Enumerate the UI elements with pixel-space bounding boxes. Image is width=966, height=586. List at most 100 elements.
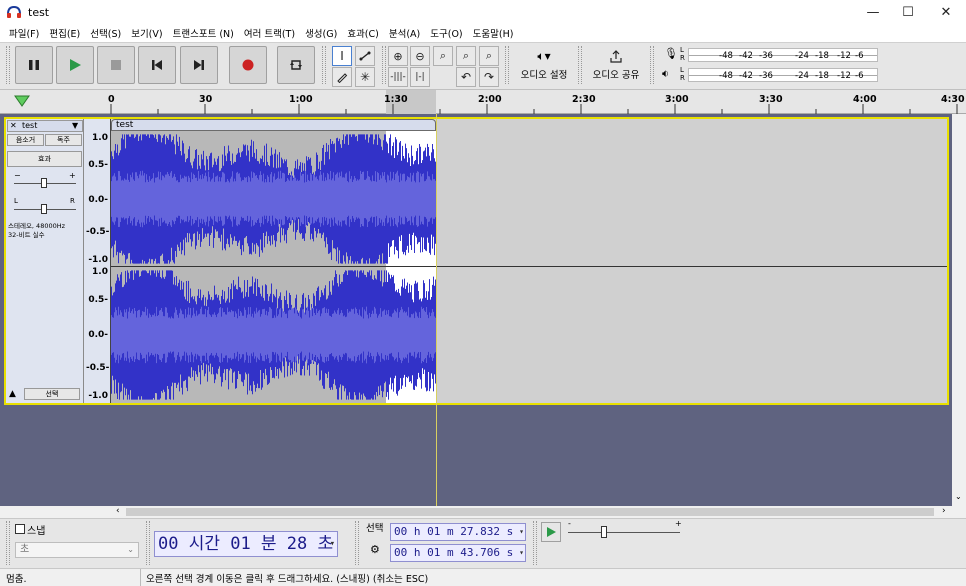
menu-generate[interactable]: 생성(G): [300, 26, 342, 40]
toolbar-grip[interactable]: [650, 46, 654, 84]
toolbar-grip[interactable]: [146, 521, 150, 565]
selection-start-value: 00 h 01 m 27.832 s: [394, 525, 514, 538]
clip-header[interactable]: test: [111, 119, 436, 131]
speed-slider-thumb[interactable]: [601, 526, 607, 538]
menu-transport[interactable]: 트랜스포트 (N): [168, 26, 239, 40]
gain-slider-thumb[interactable]: [41, 178, 47, 188]
menu-tools[interactable]: 도구(O): [425, 26, 467, 40]
menu-effect[interactable]: 효과(C): [342, 26, 384, 40]
snap-unit-select[interactable]: 초 ⌄: [15, 542, 139, 558]
scroll-down-icon[interactable]: ⌄: [955, 492, 962, 501]
close-track-icon[interactable]: ✕: [10, 121, 17, 131]
toolbar-grip[interactable]: [533, 521, 537, 565]
select-label: 선택: [45, 390, 59, 398]
gear-icon[interactable]: ⚙: [370, 543, 380, 556]
draw-tool-button[interactable]: [332, 67, 352, 87]
selection-start-field[interactable]: 00 h 01 m 27.832 s ▾: [390, 523, 526, 541]
ruler-label: 3:00: [665, 94, 689, 105]
fit-project-button[interactable]: ⌕: [456, 46, 476, 66]
toolbar-grip[interactable]: [322, 46, 326, 84]
play-at-speed-button[interactable]: [541, 522, 561, 542]
asterisk-icon: ✳: [359, 70, 371, 84]
stop-button[interactable]: [97, 46, 135, 84]
toolbar-grip[interactable]: [382, 46, 386, 84]
selection-tool-button[interactable]: I: [332, 46, 352, 66]
menu-analyze[interactable]: 분석(A): [384, 26, 425, 40]
track-name-menu[interactable]: ✕ test ▼: [7, 120, 83, 132]
scroll-left-icon[interactable]: ‹: [116, 506, 120, 516]
menu-tracks[interactable]: 여러 트랙(T): [239, 26, 300, 40]
toolbar-grip[interactable]: [505, 46, 509, 84]
play-button[interactable]: [56, 46, 94, 84]
toolbar-grip[interactable]: [6, 521, 10, 565]
meter-channel-label: R: [680, 74, 685, 82]
solo-label: 독주: [57, 136, 70, 144]
toolbar-grip[interactable]: [355, 521, 359, 565]
menu-file[interactable]: 파일(F): [4, 26, 44, 40]
skip-to-end-button[interactable]: [180, 46, 218, 84]
chevron-down-icon[interactable]: ▾: [519, 524, 524, 540]
pan-slider-thumb[interactable]: [41, 204, 47, 214]
speed-minus-label: -: [568, 519, 571, 528]
mute-label: 음소거: [15, 136, 36, 144]
horizontal-scrollbar[interactable]: ‹ ›: [114, 506, 952, 518]
envelope-tool-button[interactable]: [355, 46, 375, 66]
menu-bar: 파일(F) 편집(E) 선택(S) 보기(V) 트랜스포트 (N) 여러 트랙(…: [0, 24, 966, 42]
skip-end-icon: [194, 60, 204, 70]
selection-end-field[interactable]: 00 h 01 m 43.706 s ▾: [390, 544, 526, 562]
snap-checkbox[interactable]: [15, 524, 25, 534]
menu-edit[interactable]: 편집(E): [44, 26, 85, 40]
menu-help[interactable]: 도움말(H): [468, 26, 519, 40]
audacity-logo-icon: [7, 5, 21, 18]
menu-select[interactable]: 선택(S): [85, 26, 126, 40]
undo-button[interactable]: ↶: [456, 67, 476, 87]
redo-button[interactable]: ↷: [479, 67, 499, 87]
silence-button[interactable]: |-|: [410, 67, 430, 87]
multi-tool-button[interactable]: ✳: [355, 67, 375, 87]
track-format-info: 스테레오, 48000Hz 32-비트 실수: [8, 222, 66, 239]
mute-button[interactable]: 음소거: [7, 134, 44, 146]
play-icon: [70, 59, 81, 71]
effects-button[interactable]: 효과: [7, 151, 82, 167]
undo-icon: ↶: [460, 70, 472, 84]
silence-icon: |-|: [415, 72, 425, 82]
record-button[interactable]: [229, 46, 267, 84]
collapse-track-icon[interactable]: ▲: [9, 389, 16, 399]
select-track-button[interactable]: 선택: [24, 388, 80, 400]
share-icon: [610, 49, 622, 63]
record-meter[interactable]: 🎙︎ L R -48 -42 -36 -24 -18 -12 -6: [660, 46, 885, 64]
zoom-out-button[interactable]: ⊖: [410, 46, 430, 66]
zoom-toggle-button[interactable]: ⌕: [479, 46, 499, 66]
maximize-button[interactable]: ☐: [891, 0, 925, 24]
meter-channel-label: R: [680, 54, 685, 62]
time-display[interactable]: 00 시간 01 분 28 초 ▾: [154, 531, 338, 557]
close-button[interactable]: ✕: [929, 0, 963, 24]
fit-selection-button[interactable]: ⌕: [433, 46, 453, 66]
playback-meter[interactable]: 🔉︎ L R -48 -42 -36 -24 -18 -12 -6: [660, 66, 885, 84]
pause-button[interactable]: [15, 46, 53, 84]
vertical-scrollbar[interactable]: ⌄: [952, 114, 966, 506]
menu-view[interactable]: 보기(V): [126, 26, 167, 40]
scroll-right-icon[interactable]: ›: [942, 506, 946, 516]
meter-tick: -24: [795, 51, 809, 61]
trim-button[interactable]: -|||-: [388, 67, 408, 87]
selection-end-value: 00 h 01 m 43.706 s: [394, 546, 514, 559]
zoom-in-button[interactable]: ⊕: [388, 46, 408, 66]
track-menu-dropdown-icon: ▼: [72, 121, 79, 130]
toolbar-grip[interactable]: [578, 46, 582, 84]
minimize-button[interactable]: —: [856, 0, 890, 24]
bottom-toolbar: 스냅 초 ⌄ 00 시간 01 분 28 초 ▾ 선택 ⚙ 00 h 01 m …: [0, 518, 966, 568]
toolbar-grip[interactable]: [6, 46, 10, 84]
pencil-icon: [337, 73, 348, 83]
solo-button[interactable]: 독주: [45, 134, 82, 146]
horizontal-scroll-thumb[interactable]: [126, 508, 934, 516]
envelope-icon: [359, 51, 371, 61]
chevron-down-icon[interactable]: ▾: [519, 545, 524, 561]
skip-to-start-button[interactable]: [138, 46, 176, 84]
status-bar: 멈춤. 오른쪽 선택 경계 이동은 클릭 후 드래그하세요. (스내핑) (취소…: [0, 568, 966, 586]
loop-button[interactable]: [277, 46, 315, 84]
gain-plus-label: +: [69, 171, 76, 180]
audio-setup-button[interactable]: 🔈︎▾ 오디오 설정: [514, 46, 574, 84]
time-format-dropdown-icon[interactable]: ▾: [330, 532, 335, 556]
share-audio-button[interactable]: 오디오 공유: [586, 46, 646, 84]
